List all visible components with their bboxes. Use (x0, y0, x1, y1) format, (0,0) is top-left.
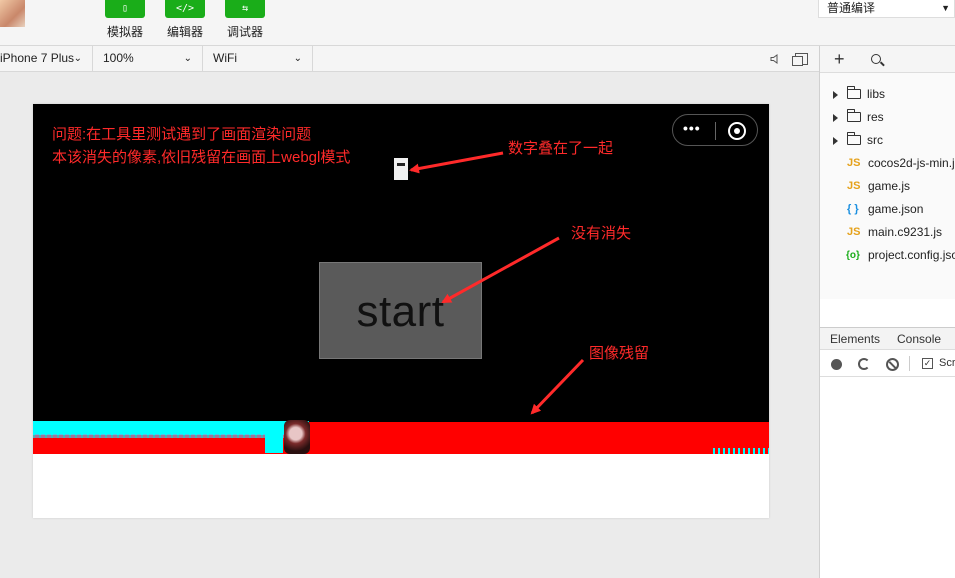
explorer-toolbar: + (820, 46, 955, 73)
chevron-down-icon: ⌄ (293, 53, 302, 64)
right-panel: + libs res src JS cocos2d-js-min.js JS g… (819, 46, 955, 578)
toolbar-divider (909, 356, 910, 371)
device-value: iPhone 7 Plus (0, 51, 75, 65)
tree-file-project-config[interactable]: {o} project.config.json (820, 244, 955, 267)
tree-item-label: res (867, 110, 884, 124)
record-icon[interactable] (831, 359, 842, 370)
search-icon[interactable] (871, 54, 881, 64)
chevron-down-icon: ▼ (941, 3, 950, 13)
ground-residue-cyan-block (265, 421, 283, 453)
compile-mode-value: 普通编译 (827, 1, 876, 15)
tree-file-main-js[interactable]: JS main.c9231.js (820, 221, 955, 244)
editor-button[interactable]: </> 编辑器 (164, 0, 206, 40)
scroll-label: Scr (939, 357, 955, 369)
clear-console-icon[interactable] (886, 358, 899, 371)
top-toolbar: ▯ 模拟器 </> 编辑器 ⇆ 调试器 普通编译 ▼ (0, 0, 955, 46)
sound-icon[interactable] (770, 54, 780, 64)
zoom-select[interactable]: 100% ⌄ (93, 46, 203, 72)
tree-folder-libs[interactable]: libs (820, 83, 955, 106)
caret-right-icon (833, 91, 838, 99)
tree-folder-src[interactable]: src (820, 129, 955, 152)
zoom-value: 100% (103, 51, 134, 65)
miniprogram-capsule: ••• (672, 114, 758, 146)
network-select[interactable]: WiFi ⌄ (203, 46, 313, 72)
label-image-residue: 图像残留 (589, 345, 650, 362)
tree-folder-res[interactable]: res (820, 106, 955, 129)
folder-icon (847, 86, 861, 99)
label-not-disappeared: 没有消失 (571, 225, 632, 242)
caret-right-icon (833, 137, 838, 145)
js-file-icon: JS (847, 180, 861, 192)
tree-item-label: game.json (868, 202, 924, 216)
tree-item-label: libs (867, 87, 886, 101)
tree-item-label: cocos2d-js-min.js (868, 156, 955, 170)
simulator-area: 问题:在工具里测试遇到了画面渲染问题 本该消失的像素,依旧残留在画面上webgl… (0, 73, 819, 578)
ground-residue-red-upper (309, 422, 769, 440)
overlapping-digits (394, 158, 408, 180)
tree-item-label: game.js (868, 179, 911, 193)
tab-elements[interactable]: Elements (830, 332, 880, 346)
file-tree: libs res src JS cocos2d-js-min.js JS gam… (820, 73, 955, 299)
issue-note-line2: 本该消失的像素,依旧残留在画面上webgl模式 (52, 149, 351, 166)
tree-file-game-js[interactable]: JS game.js (820, 175, 955, 198)
detach-window-icon[interactable] (792, 53, 808, 66)
label-digits-overlap: 数字叠在了一起 (508, 140, 614, 157)
chevron-down-icon: ⌄ (73, 53, 82, 64)
tree-item-label: src (867, 133, 883, 147)
tree-file-game-json[interactable]: { } game.json (820, 198, 955, 221)
simulator-button[interactable]: ▯ 模拟器 (104, 0, 146, 40)
debugger-button[interactable]: ⇆ 调试器 (224, 0, 266, 40)
phone-icon: ▯ (105, 0, 145, 18)
start-button[interactable]: start (319, 262, 482, 359)
close-target-icon[interactable] (728, 122, 746, 140)
device-select[interactable]: iPhone 7 Plus ⌄ (0, 46, 93, 72)
tree-file-cocos2d[interactable]: JS cocos2d-js-min.js (820, 152, 955, 175)
debugger-label: 调试器 (226, 25, 263, 39)
game-canvas[interactable]: 问题:在工具里测试遇到了画面渲染问题 本该消失的像素,依旧残留在画面上webgl… (33, 104, 769, 518)
add-icon[interactable]: + (834, 49, 845, 69)
folder-icon (847, 132, 861, 145)
sliders-icon: ⇆ (225, 0, 265, 18)
simulator-label: 模拟器 (106, 25, 143, 39)
capsule-divider (715, 122, 716, 140)
device-bar: iPhone 7 Plus ⌄ 100% ⌄ WiFi ⌄ (0, 46, 819, 72)
devtools-tabs: Elements Console (820, 327, 955, 350)
json-file-icon: { } (847, 203, 859, 215)
console-toolbar: ✓ Scr (820, 350, 955, 377)
issue-note-line1: 问题:在工具里测试遇到了画面渲染问题 (52, 126, 312, 143)
more-icon[interactable]: ••• (683, 120, 701, 136)
tab-console[interactable]: Console (897, 332, 941, 346)
js-file-icon: JS (847, 157, 861, 169)
caret-right-icon (833, 114, 838, 122)
code-icon: </> (165, 0, 205, 18)
chevron-down-icon: ⌄ (183, 53, 192, 64)
tree-item-label: project.config.json (868, 248, 955, 262)
tree-item-label: main.c9231.js (868, 225, 943, 239)
js-file-icon: JS (847, 226, 861, 238)
ground-edge-pixels (713, 448, 769, 454)
scroll-checkbox[interactable]: ✓ (922, 358, 933, 369)
network-value: WiFi (213, 51, 237, 65)
avatar[interactable] (0, 0, 25, 27)
editor-label: 编辑器 (166, 25, 203, 39)
player-sprite (284, 420, 310, 454)
compile-mode-select[interactable]: 普通编译 ▼ (818, 0, 955, 18)
config-file-icon: {o} (846, 250, 860, 261)
reload-icon[interactable] (858, 358, 870, 370)
folder-icon (847, 109, 861, 122)
